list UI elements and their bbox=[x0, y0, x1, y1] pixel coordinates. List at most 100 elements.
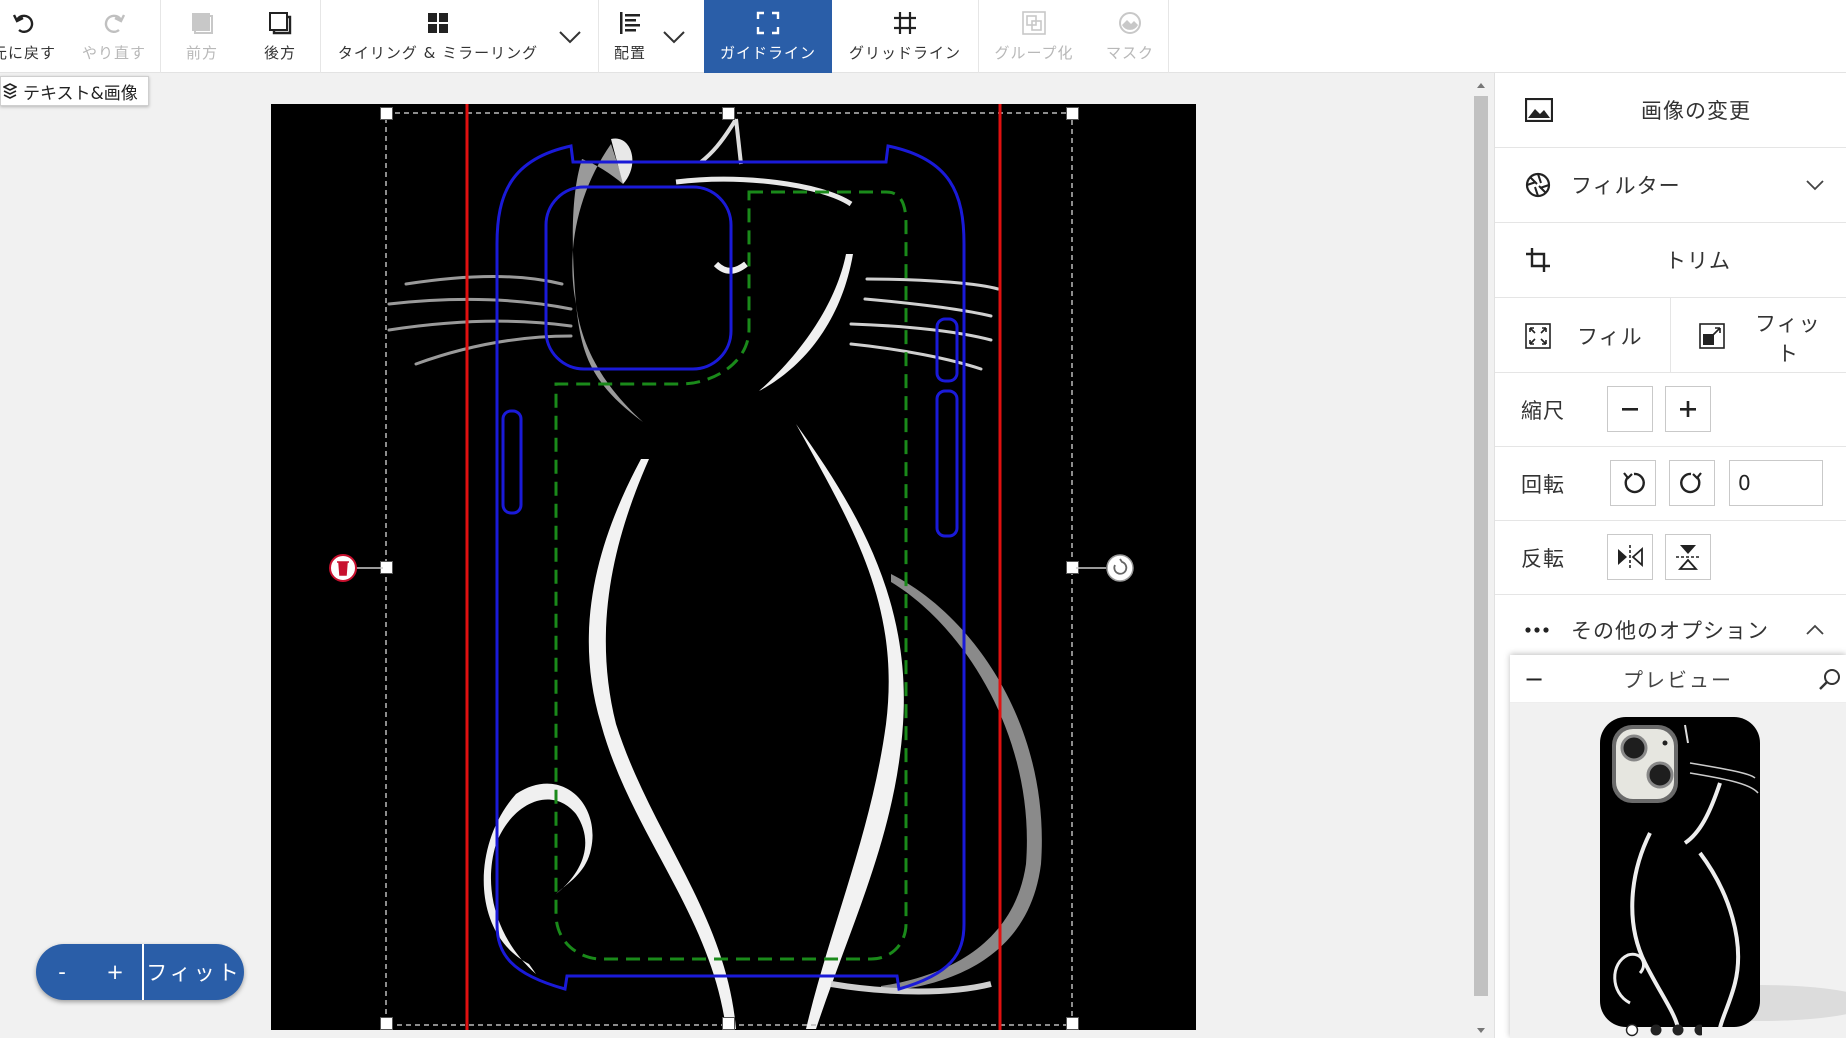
tiling-mirroring-button[interactable]: タイリング & ミラーリング bbox=[324, 0, 552, 73]
align-button[interactable]: 配置 bbox=[604, 0, 656, 73]
crop-icon bbox=[1526, 248, 1550, 272]
gridline-button[interactable]: グリッドライン bbox=[834, 0, 976, 73]
zoom-fit-button[interactable]: フィット bbox=[144, 944, 244, 1000]
gridline-label: グリッドライン bbox=[848, 44, 961, 62]
guideline-label: ガイドライン bbox=[719, 44, 816, 62]
redo-button[interactable]: やり直す bbox=[72, 0, 156, 73]
group-label: グループ化 bbox=[994, 44, 1074, 62]
change-image-label: 画像の変更 bbox=[1641, 99, 1751, 123]
undo-label: 元に戻す bbox=[0, 44, 56, 62]
scroll-up-icon[interactable] bbox=[1477, 82, 1485, 90]
guideline-overlay bbox=[385, 104, 1073, 1030]
redo-icon bbox=[104, 14, 126, 33]
preview-header: − プレビュー bbox=[1510, 655, 1846, 703]
filter-row[interactable]: フィルター bbox=[1495, 148, 1846, 223]
rotate-right-button[interactable] bbox=[1669, 460, 1715, 506]
toolbar-divider bbox=[598, 0, 599, 73]
scale-label: 縮尺 bbox=[1521, 398, 1565, 423]
rotate-left-icon bbox=[1623, 472, 1645, 494]
search-icon[interactable] bbox=[1818, 667, 1842, 691]
rotation-angle-input[interactable]: 0 bbox=[1729, 460, 1823, 506]
resize-handle-top[interactable] bbox=[722, 107, 735, 120]
rotate-left-button[interactable] bbox=[1610, 460, 1656, 506]
bring-forward-button[interactable]: 前方 bbox=[164, 0, 240, 73]
scroll-thumb[interactable] bbox=[1474, 96, 1488, 996]
bring-forward-icon bbox=[192, 13, 213, 34]
preview-title: プレビュー bbox=[1623, 668, 1733, 692]
flip-row: 反転 bbox=[1495, 521, 1846, 595]
gridline-icon bbox=[894, 12, 916, 34]
scroll-down-icon[interactable] bbox=[1477, 1026, 1485, 1034]
plus-icon bbox=[1680, 401, 1696, 417]
fill-button[interactable]: フィル bbox=[1495, 298, 1671, 373]
canvas-scrollbar[interactable] bbox=[1472, 78, 1490, 1038]
guideline-button[interactable]: ガイドライン bbox=[704, 0, 832, 73]
toolbar-divider bbox=[160, 0, 161, 73]
undo-button[interactable]: 元に戻す bbox=[0, 0, 60, 73]
resize-handle-bottom[interactable] bbox=[722, 1017, 735, 1030]
rotate-row: 回転 0 bbox=[1495, 447, 1846, 521]
flip-vertical-button[interactable] bbox=[1665, 534, 1711, 580]
chevron-down-icon bbox=[1806, 180, 1824, 191]
align-label: 配置 bbox=[613, 44, 646, 62]
scale-row: 縮尺 bbox=[1495, 373, 1846, 447]
preview-collapse-button[interactable]: − bbox=[1524, 665, 1546, 693]
preview-pagination[interactable] bbox=[1622, 1023, 1702, 1037]
send-backward-icon bbox=[269, 12, 292, 35]
minus-icon bbox=[1622, 408, 1638, 411]
filter-label: フィルター bbox=[1571, 174, 1681, 198]
rotate-handle[interactable] bbox=[1076, 553, 1136, 583]
layers-tooltip[interactable]: テキスト&画像 bbox=[0, 76, 149, 106]
tiling-label: タイリング & ミラーリング bbox=[337, 44, 539, 62]
layers-icon bbox=[3, 83, 17, 99]
resize-handle-bottom-right[interactable] bbox=[1066, 1017, 1079, 1030]
fill-label: フィル bbox=[1577, 324, 1643, 349]
rotate-label: 回転 bbox=[1521, 472, 1565, 497]
more-options-label: その他のオプション bbox=[1571, 619, 1769, 643]
mask-label: マスク bbox=[1105, 44, 1154, 62]
flip-horizontal-icon bbox=[1618, 545, 1643, 569]
send-backward-button[interactable]: 後方 bbox=[242, 0, 318, 73]
resize-handle-top-left[interactable] bbox=[380, 107, 393, 120]
toolbar-divider bbox=[1168, 0, 1169, 73]
fill-fit-row: フィル フィッ ト bbox=[1495, 298, 1846, 373]
flip-label: 反転 bbox=[1521, 546, 1565, 571]
aperture-icon bbox=[1525, 172, 1551, 198]
chevron-up-icon bbox=[1806, 624, 1824, 635]
zoom-in-button[interactable]: + bbox=[88, 944, 142, 1000]
align-icon bbox=[620, 12, 640, 34]
zoom-out-button[interactable]: - bbox=[36, 944, 88, 1000]
expand-icon bbox=[1525, 322, 1551, 349]
rotate-right-icon bbox=[1680, 472, 1702, 494]
layers-tooltip-label: テキスト&画像 bbox=[23, 83, 138, 104]
bring-forward-label: 前方 bbox=[185, 44, 218, 62]
fit-label-line1: フィッ bbox=[1755, 312, 1821, 336]
more-dots-icon bbox=[1525, 627, 1549, 633]
trim-button[interactable]: トリム bbox=[1495, 223, 1846, 298]
toolbar: 元に戻す やり直す 前方 後方 タイリング & ミラーリング 配置 ガイド bbox=[0, 0, 1846, 73]
design-canvas[interactable] bbox=[271, 104, 1196, 1030]
fit-label-line2: ト bbox=[1777, 342, 1799, 366]
resize-handle-top-right[interactable] bbox=[1066, 107, 1079, 120]
fit-icon bbox=[1699, 323, 1725, 349]
flip-horizontal-button[interactable] bbox=[1607, 534, 1653, 580]
flip-vertical-icon bbox=[1676, 545, 1700, 570]
scale-increase-button[interactable] bbox=[1665, 386, 1711, 432]
align-chevron-down-icon[interactable] bbox=[660, 22, 688, 50]
resize-handle-bottom-left[interactable] bbox=[380, 1017, 393, 1030]
tiling-chevron-down-icon[interactable] bbox=[556, 22, 584, 50]
change-image-button[interactable]: 画像の変更 bbox=[1495, 73, 1846, 148]
guideline-icon bbox=[756, 11, 780, 35]
undo-icon bbox=[12, 14, 34, 33]
scale-decrease-button[interactable] bbox=[1607, 386, 1653, 432]
fit-button[interactable]: フィッ ト bbox=[1671, 298, 1846, 373]
group-icon bbox=[1022, 11, 1046, 35]
redo-label: やり直す bbox=[81, 44, 146, 62]
toolbar-divider bbox=[320, 0, 321, 73]
toolbar-divider bbox=[978, 0, 979, 73]
send-backward-label: 後方 bbox=[263, 44, 296, 62]
group-button[interactable]: グループ化 bbox=[982, 0, 1086, 73]
delete-handle[interactable] bbox=[328, 553, 388, 583]
preview-panel: − プレビュー bbox=[1510, 655, 1846, 1038]
mask-button[interactable]: マスク bbox=[1088, 0, 1172, 73]
